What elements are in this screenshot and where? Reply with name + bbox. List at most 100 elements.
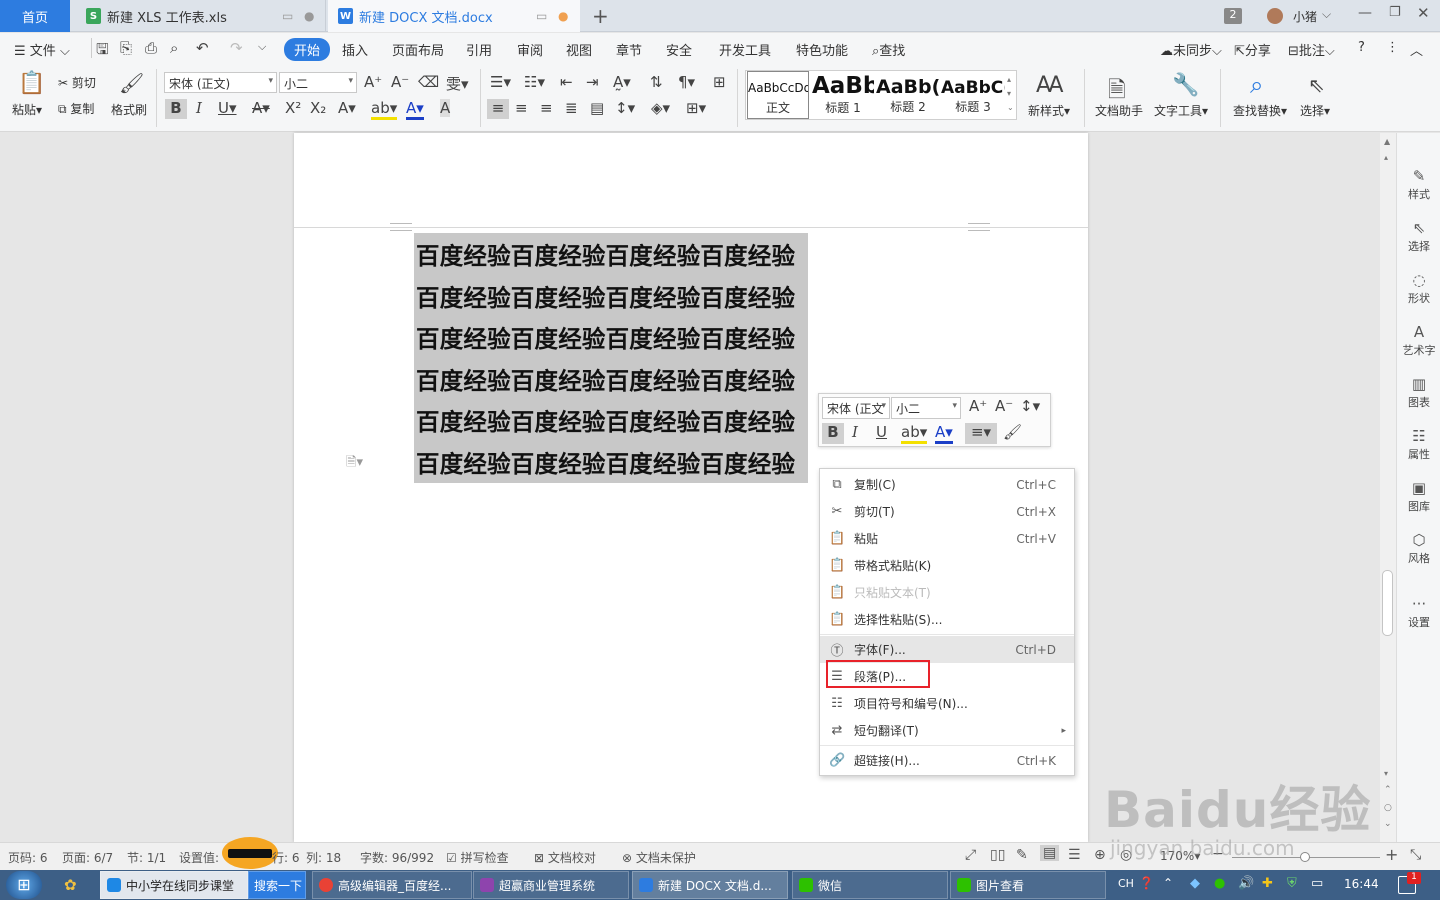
close-icon[interactable]: ✕ bbox=[1417, 4, 1430, 22]
sort-icon[interactable]: ⇅ bbox=[650, 73, 663, 91]
pointer-icon[interactable]: ⇖ bbox=[1308, 73, 1325, 97]
panel-styles[interactable]: ✎ 样式 bbox=[1397, 167, 1440, 202]
input-language[interactable]: CH bbox=[1118, 877, 1134, 890]
grow-font-icon[interactable]: A⁺ bbox=[969, 397, 987, 415]
menu-item-cut[interactable]: ✂ 剪切(T) Ctrl+X bbox=[820, 498, 1074, 525]
tab-docx[interactable]: W 新建 DOCX 文档.docx ▭ ● bbox=[328, 0, 580, 32]
superscript-button[interactable]: X² bbox=[285, 99, 301, 117]
panel-style-theme[interactable]: ⬡ 风格 bbox=[1397, 531, 1440, 566]
decrease-indent-icon[interactable]: ⇤ bbox=[560, 73, 573, 91]
wrench-icon[interactable]: 🔧 bbox=[1172, 73, 1199, 98]
copy-button[interactable]: ⧉ 复制 bbox=[58, 100, 94, 117]
magnifier-icon[interactable]: ⌕ bbox=[1250, 71, 1263, 99]
new-style-icon[interactable]: Ꜳ bbox=[1036, 73, 1064, 98]
panel-chart[interactable]: ▥ 图表 bbox=[1397, 375, 1440, 410]
network-icon[interactable]: ▭ bbox=[1311, 876, 1323, 891]
text-line[interactable]: 百度经验百度经验百度经验百度经验 bbox=[416, 362, 795, 396]
mini-format-painter-icon[interactable]: 🖌 bbox=[1003, 423, 1022, 441]
text-line[interactable]: 百度经验百度经验百度经验百度经验 bbox=[416, 279, 795, 313]
window-count-badge[interactable]: 2 bbox=[1224, 8, 1242, 24]
menu-item-hyperlink[interactable]: 🔗 超链接(H)... Ctrl+K bbox=[820, 747, 1074, 774]
paragraph-options-icon[interactable]: 🗎▾ bbox=[346, 453, 363, 475]
menu-reference[interactable]: 引用 bbox=[466, 40, 492, 59]
bold-button[interactable]: B bbox=[165, 99, 187, 119]
next-page-icon[interactable]: ⌄ bbox=[1384, 819, 1392, 829]
write-mode-icon[interactable]: ✎ bbox=[1016, 847, 1028, 863]
style-normal[interactable]: AaBbCcDd 正文 bbox=[747, 71, 809, 119]
comment-button[interactable]: ⊟批注⌵ bbox=[1288, 40, 1335, 59]
mini-underline-button[interactable]: U bbox=[876, 423, 887, 441]
cube-tray-icon[interactable]: ◆ bbox=[1190, 876, 1200, 891]
panel-shapes[interactable]: ◌ 形状 bbox=[1397, 271, 1440, 306]
taskbar-item-erp[interactable]: 超赢商业管理系统 bbox=[473, 871, 629, 899]
mini-italic-button[interactable]: I bbox=[852, 423, 858, 441]
paste-icon[interactable]: 📋 bbox=[18, 71, 45, 96]
tab-close-icon[interactable]: ● bbox=[304, 9, 314, 23]
vertical-scrollbar[interactable]: ▲ ▴ ▾ ⌃ ○ ⌄ bbox=[1380, 133, 1396, 842]
distributed-button[interactable]: ▤ bbox=[590, 99, 604, 117]
shrink-font-icon[interactable]: A⁻ bbox=[995, 397, 1013, 415]
restore-icon[interactable]: ❐ bbox=[1389, 5, 1401, 20]
browse-object-icon[interactable]: ○ bbox=[1384, 803, 1392, 813]
taskbar-item-image-viewer[interactable]: 图片查看 bbox=[950, 871, 1106, 899]
numbering-icon[interactable]: ☷▾ bbox=[524, 73, 545, 91]
line-spacing-icon[interactable]: ↕▾ bbox=[1020, 397, 1040, 415]
undo-icon[interactable]: ↶ bbox=[196, 39, 209, 57]
mini-highlight-button[interactable]: ab▾ bbox=[901, 423, 928, 444]
text-line[interactable]: 百度经验百度经验百度经验百度经验 bbox=[416, 403, 795, 437]
menu-item-paste-special[interactable]: 📋 选择性粘贴(S)... bbox=[820, 606, 1074, 633]
export-icon[interactable]: ⎘ bbox=[120, 39, 132, 57]
table-grid-icon[interactable]: ⊞ bbox=[713, 73, 726, 91]
shrink-font-icon[interactable]: A⁻ bbox=[391, 73, 409, 91]
paste-button[interactable]: 粘贴▾ bbox=[12, 101, 42, 118]
taskbar-item-wps[interactable]: 新建 DOCX 文档.d... bbox=[632, 871, 788, 899]
page-view-icon[interactable]: ▤ bbox=[1040, 845, 1060, 861]
increase-indent-icon[interactable]: ⇥ bbox=[586, 73, 599, 91]
clock[interactable]: 16:44 bbox=[1344, 877, 1379, 891]
menu-insert[interactable]: 插入 bbox=[342, 40, 368, 59]
find-replace-button[interactable]: 查找替换▾ bbox=[1233, 102, 1287, 119]
menu-item-paste[interactable]: 📋 粘贴 Ctrl+V bbox=[820, 525, 1074, 552]
new-style-button[interactable]: 新样式▾ bbox=[1028, 102, 1070, 119]
show-marks-icon[interactable]: ¶▾ bbox=[678, 73, 695, 91]
start-button[interactable]: ⊞ bbox=[6, 871, 42, 899]
style-heading3[interactable]: AaBbC( 标题 3 bbox=[941, 71, 1005, 119]
more-icon[interactable]: ⋮ bbox=[1386, 40, 1399, 55]
unsaved-dot-icon[interactable]: ● bbox=[558, 9, 568, 23]
menu-security[interactable]: 安全 bbox=[666, 40, 692, 59]
font-color-button[interactable]: A▾ bbox=[406, 99, 424, 120]
scroll-down-icon[interactable]: ▾ bbox=[1384, 769, 1388, 778]
tab-xls[interactable]: S 新建 XLS 工作表.xls ▭ ● bbox=[74, 0, 326, 32]
avatar[interactable] bbox=[1267, 8, 1283, 24]
help-tray-icon[interactable]: ❓ bbox=[1139, 876, 1154, 890]
fullscreen-icon[interactable]: ⤢ bbox=[965, 847, 976, 863]
monitor-icon[interactable]: ▭ bbox=[282, 9, 293, 23]
menu-item-paste-format[interactable]: 📋 带格式粘贴(K) bbox=[820, 552, 1074, 579]
scroll-thumb[interactable] bbox=[1382, 570, 1393, 636]
user-menu-icon[interactable]: ⌵ bbox=[1322, 7, 1331, 22]
borders-button[interactable]: ⊞▾ bbox=[686, 99, 706, 117]
gallery-scroll-icon[interactable]: ▴ ▾ ⌄ bbox=[1007, 73, 1014, 115]
user-name[interactable]: 小猪 bbox=[1293, 8, 1317, 25]
customize-icon[interactable]: ⌵ bbox=[258, 40, 266, 54]
align-right-button[interactable]: ≡ bbox=[540, 99, 553, 117]
text-line[interactable]: 百度经验百度经验百度经验百度经验 bbox=[416, 237, 795, 271]
panel-gallery[interactable]: ▣ 图库 bbox=[1397, 479, 1440, 514]
justify-button[interactable]: ≣ bbox=[565, 99, 578, 117]
scroll-up-small-icon[interactable]: ▴ bbox=[1384, 153, 1388, 162]
help-icon[interactable]: ? bbox=[1358, 40, 1365, 55]
menu-review[interactable]: 审阅 bbox=[517, 40, 543, 59]
menu-file[interactable]: ☰ 文件 ⌵ bbox=[14, 40, 70, 59]
clear-format-icon[interactable]: ⌫ bbox=[418, 73, 439, 91]
strikethrough-button[interactable]: A▾ bbox=[252, 99, 270, 117]
proofread-button[interactable]: ⊠ 文档校对 bbox=[534, 849, 596, 866]
panel-properties[interactable]: ☷ 属性 bbox=[1397, 427, 1440, 462]
volume-icon[interactable]: 🔊 bbox=[1238, 876, 1254, 891]
font-name-select[interactable]: 宋体 (正文) bbox=[164, 72, 277, 93]
app-launcher-icon[interactable]: ✿ bbox=[64, 876, 77, 894]
selected-text-block[interactable]: 百度经验百度经验百度经验百度经验 百度经验百度经验百度经验百度经验 百度经验百度… bbox=[414, 233, 808, 483]
chinese-layout-icon[interactable]: A̰▾ bbox=[613, 73, 631, 91]
italic-button[interactable]: I bbox=[196, 99, 202, 117]
text-tools-button[interactable]: 文字工具▾ bbox=[1154, 102, 1208, 119]
save-icon[interactable]: 🖫 bbox=[96, 39, 109, 64]
